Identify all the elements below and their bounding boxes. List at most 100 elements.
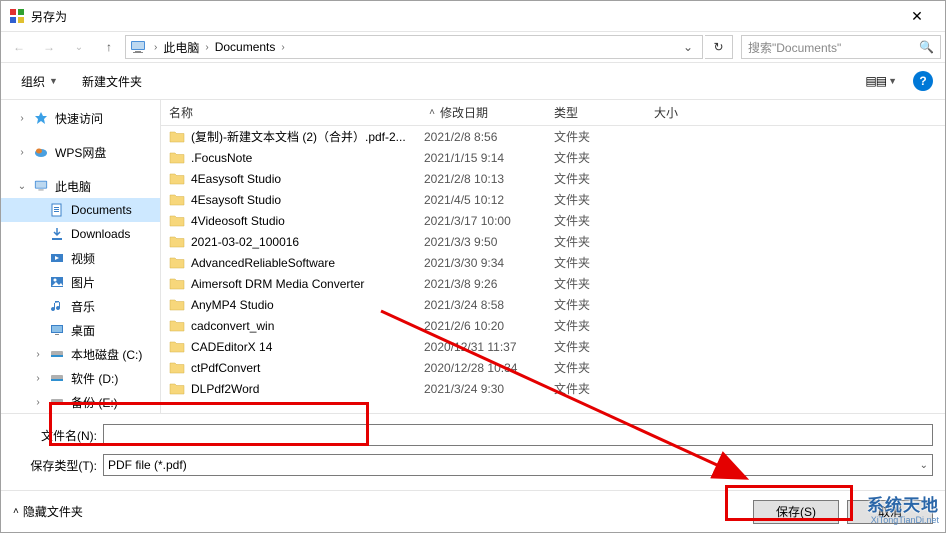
file-modified: 2021/4/5 10:12 [424,193,554,207]
nav-back-button[interactable]: ← [5,35,33,59]
file-row[interactable]: 4Easysoft Studio2021/2/8 10:13文件夹 [161,168,945,189]
refresh-button[interactable]: ↻ [705,35,733,59]
folder-icon [169,150,185,166]
column-header-modified[interactable]: 修改日期 [424,104,554,121]
file-name: cadconvert_win [191,319,424,333]
save-form: 文件名(N): 保存类型(T): PDF file (*.pdf) ⌄ [1,413,945,490]
sidebar-drive-d[interactable]: › 软件 (D:) [1,366,160,390]
file-type: 文件夹 [554,317,654,334]
search-input[interactable]: 搜索"Documents" 🔍 [741,35,941,59]
file-name: 4Esaysoft Studio [191,193,424,207]
chevron-right-icon: › [277,42,288,53]
file-list[interactable]: (复制)-新建文本文档 (2)（合并）.pdf-2...2021/2/8 8:5… [161,126,945,413]
breadcrumb-dropdown-button[interactable]: ⌄ [678,40,698,54]
file-row[interactable]: 4Videosoft Studio2021/3/17 10:00文件夹 [161,210,945,231]
file-row[interactable]: ctPdfConvert2020/12/28 10:34文件夹 [161,357,945,378]
hide-folders-button[interactable]: ˄ 隐藏文件夹 [13,503,83,520]
file-name: AdvancedReliableSoftware [191,256,424,270]
sidebar-drive-e[interactable]: › 备份 (E:) [1,390,160,413]
file-modified: 2021/3/30 9:34 [424,256,554,270]
sidebar-videos[interactable]: › 视频 [1,246,160,270]
filename-label: 文件名(N): [13,427,103,444]
breadcrumb[interactable]: › 此电脑 › Documents › ⌄ [125,35,703,59]
sidebar-documents[interactable]: › Documents [1,198,160,222]
breadcrumb-documents[interactable]: Documents [213,40,278,54]
chevron-right-icon: › [201,42,212,53]
filetype-select[interactable]: PDF file (*.pdf) ⌄ [103,454,933,476]
column-header-size[interactable]: 大小 [654,104,734,121]
file-row[interactable]: cadconvert_win2021/2/6 10:20文件夹 [161,315,945,336]
pc-icon [33,178,49,194]
folder-icon [169,129,185,145]
view-icon: ▤▤ [865,74,886,88]
file-type: 文件夹 [554,275,654,292]
window-title: 另存为 [31,8,897,25]
file-name: 4Easysoft Studio [191,172,424,186]
chevron-right-icon: › [17,113,27,124]
sidebar-desktop[interactable]: › 桌面 [1,318,160,342]
file-name: DLPdf2Word [191,382,424,396]
save-button[interactable]: 保存(S) [753,500,839,524]
file-row[interactable]: (复制)-新建文本文档 (2)（合并）.pdf-2...2021/2/8 8:5… [161,126,945,147]
column-headers: 名称 ˄ 修改日期 类型 大小 [161,100,945,126]
breadcrumb-this-pc[interactable]: 此电脑 [161,39,201,56]
file-type: 文件夹 [554,296,654,313]
view-options-button[interactable]: ▤▤ ▼ [859,71,903,91]
file-modified: 2021/2/8 10:13 [424,172,554,186]
file-type: 文件夹 [554,338,654,355]
file-type: 文件夹 [554,149,654,166]
filename-input[interactable] [103,424,933,446]
documents-icon [49,202,65,218]
folder-icon [169,192,185,208]
file-row[interactable]: DLPdf2Word2021/3/24 9:30文件夹 [161,378,945,399]
sidebar-this-pc[interactable]: ⌄ 此电脑 [1,174,160,198]
file-name: (复制)-新建文本文档 (2)（合并）.pdf-2... [191,128,424,145]
drive-icon [49,370,65,386]
folder-icon [169,318,185,334]
folder-icon [169,276,185,292]
sidebar-quick-access[interactable]: › 快速访问 [1,106,160,130]
search-placeholder: 搜索"Documents" [748,39,919,56]
drive-icon [49,394,65,410]
file-name: .FocusNote [191,151,424,165]
nav-recent-button[interactable]: ⌄ [65,35,93,59]
sidebar-wps[interactable]: › WPS网盘 [1,140,160,164]
file-row[interactable]: CADEditorX 142020/12/31 11:37文件夹 [161,336,945,357]
folder-icon [169,234,185,250]
file-row[interactable]: AdvancedReliableSoftware2021/3/30 9:34文件… [161,252,945,273]
file-name: Aimersoft DRM Media Converter [191,277,424,291]
file-row[interactable]: Aimersoft DRM Media Converter2021/3/8 9:… [161,273,945,294]
chevron-down-icon: ⌄ [17,181,27,192]
column-header-type[interactable]: 类型 [554,104,654,121]
chevron-down-icon: ⌄ [920,460,928,471]
nav-forward-button[interactable]: → [35,35,63,59]
folder-icon [169,381,185,397]
file-row[interactable]: .FocusNote2021/1/15 9:14文件夹 [161,147,945,168]
organize-button[interactable]: 组织 ▼ [13,70,66,93]
file-row[interactable]: AnyMP4 Studio2021/3/24 8:58文件夹 [161,294,945,315]
video-icon [49,250,65,266]
file-name: CADEditorX 14 [191,340,424,354]
drive-icon [49,346,65,362]
file-row[interactable]: 2021-03-02_1000162021/3/3 9:50文件夹 [161,231,945,252]
watermark: 系统天地 XiTongTianDi.net [867,497,939,526]
sidebar-pictures[interactable]: › 图片 [1,270,160,294]
folder-icon [169,213,185,229]
file-name: ctPdfConvert [191,361,424,375]
file-type: 文件夹 [554,380,654,397]
help-button[interactable]: ? [913,71,933,91]
sidebar-music[interactable]: › 音乐 [1,294,160,318]
sidebar-downloads[interactable]: › Downloads [1,222,160,246]
column-header-name[interactable]: 名称 [169,104,424,121]
file-type: 文件夹 [554,359,654,376]
new-folder-button[interactable]: 新建文件夹 [74,70,150,93]
folder-icon [169,297,185,313]
nav-up-button[interactable]: ↑ [95,35,123,59]
chevron-right-icon: › [33,349,43,360]
file-modified: 2021/1/15 9:14 [424,151,554,165]
file-row[interactable]: 4Esaysoft Studio2021/4/5 10:12文件夹 [161,189,945,210]
window-close-button[interactable]: ✕ [897,1,937,31]
file-modified: 2020/12/31 11:37 [424,340,554,354]
file-modified: 2021/3/24 9:30 [424,382,554,396]
sidebar-drive-c[interactable]: › 本地磁盘 (C:) [1,342,160,366]
